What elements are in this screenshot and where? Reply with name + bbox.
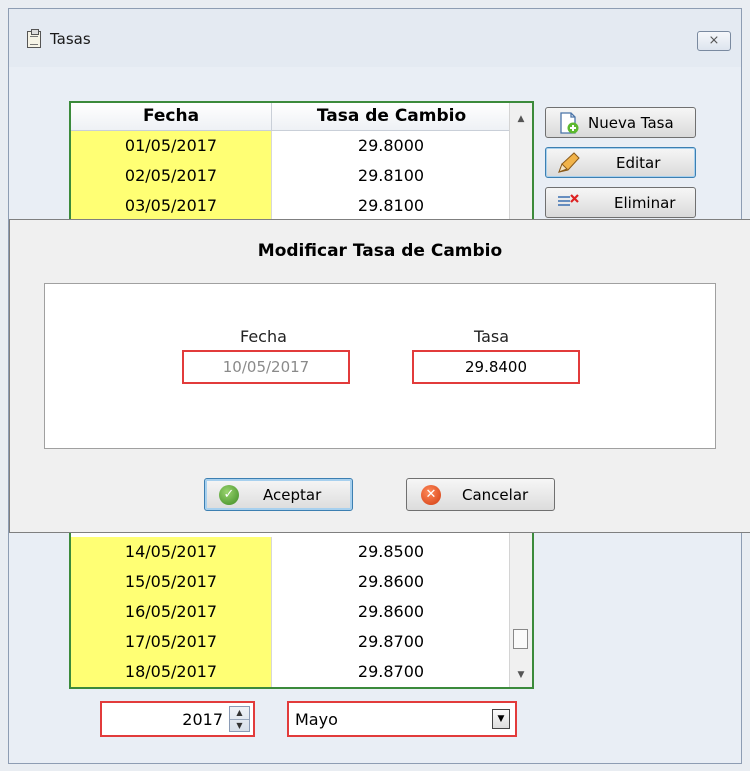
table-row[interactable]: 16/05/2017 29.8600 <box>71 597 510 627</box>
table-row[interactable]: 01/05/2017 29.8000 <box>71 131 510 161</box>
tasa-field[interactable]: 29.8400 <box>412 350 580 384</box>
cell-fecha[interactable]: 15/05/2017 <box>71 567 271 597</box>
month-value: Mayo <box>295 710 338 729</box>
month-select[interactable]: Mayo ▼ <box>287 701 517 737</box>
year-spinner[interactable]: 2017 ▲ ▼ <box>100 701 255 737</box>
cell-fecha[interactable]: 17/05/2017 <box>71 627 271 657</box>
spin-up-icon[interactable]: ▲ <box>230 707 249 720</box>
fecha-label: Fecha <box>240 327 287 346</box>
new-rate-label: Nueva Tasa <box>588 114 674 132</box>
table-row[interactable]: 14/05/2017 29.8500 <box>71 537 510 567</box>
cell-fecha[interactable]: 03/05/2017 <box>71 191 271 221</box>
chevron-down-icon[interactable]: ▼ <box>492 709 510 729</box>
grid-header: Fecha Tasa de Cambio <box>71 103 510 131</box>
edit-rate-dialog: Modificar Tasa de Cambio Fecha Tasa 10/0… <box>9 219 750 533</box>
table-row[interactable]: 18/05/2017 29.8700 <box>71 657 510 687</box>
tasa-label: Tasa <box>474 327 510 346</box>
cell-fecha[interactable]: 14/05/2017 <box>71 537 271 567</box>
cell-fecha[interactable]: 16/05/2017 <box>71 597 271 627</box>
clipboard-icon <box>27 29 41 48</box>
close-button[interactable]: ⨯ <box>697 31 731 51</box>
fecha-field[interactable]: 10/05/2017 <box>182 350 350 384</box>
cancel-label: Cancelar <box>462 486 529 504</box>
column-header-tasa[interactable]: Tasa de Cambio <box>271 103 511 130</box>
scroll-thumb[interactable] <box>513 629 528 649</box>
cancel-button[interactable]: ✕ Cancelar <box>406 478 555 511</box>
checkmark-icon: ✓ <box>219 485 239 505</box>
cell-fecha[interactable]: 02/05/2017 <box>71 161 271 191</box>
cell-tasa[interactable]: 29.8700 <box>271 657 510 687</box>
title-bar: Tasas ⨯ <box>9 9 741 67</box>
delete-label: Eliminar <box>614 194 676 212</box>
edit-button[interactable]: Editar <box>545 147 696 178</box>
table-row[interactable]: 03/05/2017 29.8100 <box>71 191 510 221</box>
pencil-icon <box>558 152 580 173</box>
scroll-down-icon[interactable]: ▼ <box>510 665 532 685</box>
edit-label: Editar <box>616 154 661 172</box>
cell-tasa[interactable]: 29.8500 <box>271 537 510 567</box>
accept-label: Aceptar <box>263 486 322 504</box>
table-row[interactable]: 02/05/2017 29.8100 <box>71 161 510 191</box>
cell-tasa[interactable]: 29.8600 <box>271 597 510 627</box>
dialog-title: Modificar Tasa de Cambio <box>257 241 503 261</box>
cell-tasa[interactable]: 29.8000 <box>271 131 510 161</box>
new-document-icon <box>560 112 579 134</box>
table-row[interactable]: 17/05/2017 29.8700 <box>71 627 510 657</box>
column-header-fecha[interactable]: Fecha <box>71 106 271 126</box>
year-value[interactable]: 2017 <box>182 710 223 729</box>
delete-button[interactable]: Eliminar <box>545 187 696 218</box>
table-row[interactable]: 15/05/2017 29.8600 <box>71 567 510 597</box>
spin-buttons[interactable]: ▲ ▼ <box>229 706 250 732</box>
dialog-panel: Fecha Tasa 10/05/2017 29.8400 <box>44 283 716 449</box>
cell-fecha[interactable]: 01/05/2017 <box>71 131 271 161</box>
cancel-x-icon: ✕ <box>421 485 441 505</box>
cell-tasa[interactable]: 29.8700 <box>271 627 510 657</box>
delete-rows-icon <box>558 194 579 206</box>
cell-tasa[interactable]: 29.8100 <box>271 191 510 221</box>
window-title: Tasas <box>50 30 91 48</box>
cell-tasa[interactable]: 29.8600 <box>271 567 510 597</box>
scroll-up-icon[interactable]: ▲ <box>510 109 532 129</box>
new-rate-button[interactable]: Nueva Tasa <box>545 107 696 138</box>
spin-down-icon[interactable]: ▼ <box>230 720 249 732</box>
accept-button[interactable]: ✓ Aceptar <box>204 478 353 511</box>
tasas-window: Tasas ⨯ Fecha Tasa de Cambio 01/05/2017 … <box>8 8 750 764</box>
cell-fecha[interactable]: 18/05/2017 <box>71 657 271 687</box>
cell-tasa[interactable]: 29.8100 <box>271 161 510 191</box>
